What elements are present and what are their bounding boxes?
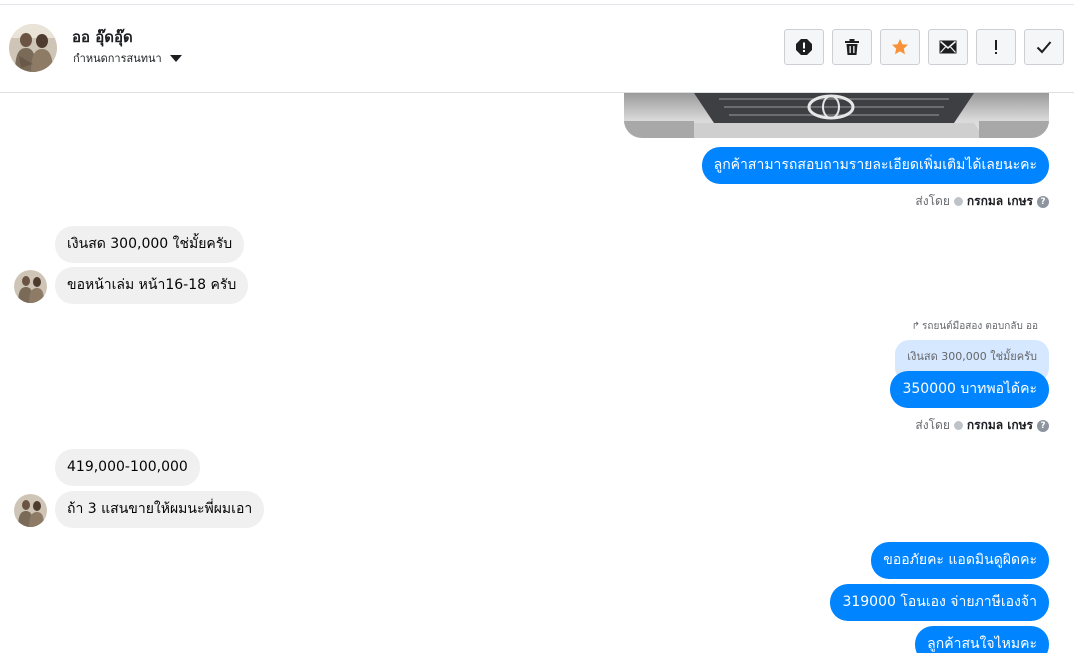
star-button[interactable]	[880, 29, 920, 65]
assign-conversation-dropdown[interactable]: กำหนดการสนทนา	[73, 49, 182, 67]
check-icon	[1036, 41, 1052, 54]
reply-context: ↱ รถยนต์มือสอง ตอบกลับ ออ	[912, 319, 1038, 334]
sent-by-info: ส่งโดย กรกมล เกษร ?	[915, 416, 1049, 435]
contact-name: ออ อุ๊ดอุ๊ด	[72, 28, 133, 46]
mark-unread-button[interactable]	[928, 29, 968, 65]
exclamation-icon	[995, 40, 997, 54]
help-icon[interactable]: ?	[1037, 195, 1049, 208]
alert-icon	[796, 39, 812, 55]
mark-spam-button[interactable]	[784, 29, 824, 65]
outgoing-message[interactable]: ขออภัยคะ แอดมินดูผิดคะ	[871, 542, 1049, 579]
sent-by-author[interactable]: กรกมล เกษร	[967, 416, 1033, 435]
message-thread[interactable]: ลูกค้าสามารถสอบถามรายละเอียดเพิ่มเติมได้…	[0, 93, 1074, 653]
outgoing-message[interactable]: 350000 บาทพอได้คะ	[890, 371, 1049, 408]
avatar[interactable]	[14, 270, 47, 303]
avatar[interactable]	[9, 24, 57, 72]
verified-icon	[953, 197, 963, 206]
outgoing-message[interactable]: 319000 โอนเอง จ่ายภาษีเองจ้า	[830, 584, 1049, 621]
envelope-icon	[939, 40, 957, 54]
trash-icon	[845, 39, 859, 55]
star-icon	[892, 39, 908, 55]
outgoing-message[interactable]: ลูกค้าสนใจไหมคะ	[915, 626, 1049, 653]
verified-icon	[953, 421, 963, 430]
reply-context-text: รถยนต์มือสอง ตอบกลับ ออ	[922, 321, 1038, 332]
sent-by-info: ส่งโดย กรกมล เกษร ?	[915, 192, 1049, 211]
incoming-message[interactable]: ขอหน้าเล่ม หน้า16-18 ครับ	[55, 267, 249, 304]
mark-done-button[interactable]	[1024, 29, 1064, 65]
delete-button[interactable]	[832, 29, 872, 65]
caret-down-icon	[169, 54, 182, 62]
incoming-message[interactable]: เงินสด 300,000 ใช่มั้ยครับ	[55, 226, 245, 263]
sent-by-author[interactable]: กรกมล เกษร	[967, 192, 1033, 211]
avatar[interactable]	[14, 494, 47, 527]
outgoing-message[interactable]: ลูกค้าสามารถสอบถามรายละเอียดเพิ่มเติมได้…	[701, 147, 1049, 184]
reply-arrow-icon: ↱	[911, 321, 921, 332]
follow-up-button[interactable]	[976, 29, 1016, 65]
assign-label: กำหนดการสนทนา	[73, 52, 162, 65]
conversation-header: ออ อุ๊ดอุ๊ด กำหนดการสนทนา	[0, 5, 1074, 93]
conversation-toolbar	[784, 29, 1064, 65]
help-icon[interactable]: ?	[1037, 419, 1049, 432]
sent-by-label: ส่งโดย	[915, 418, 950, 432]
incoming-message[interactable]: 419,000-100,000	[55, 449, 200, 486]
sent-by-label: ส่งโดย	[915, 194, 950, 208]
incoming-message[interactable]: ถ้า 3 แสนขายให้ผมนะพี่ผมเอา	[55, 491, 265, 528]
car-photo[interactable]	[624, 93, 1049, 138]
